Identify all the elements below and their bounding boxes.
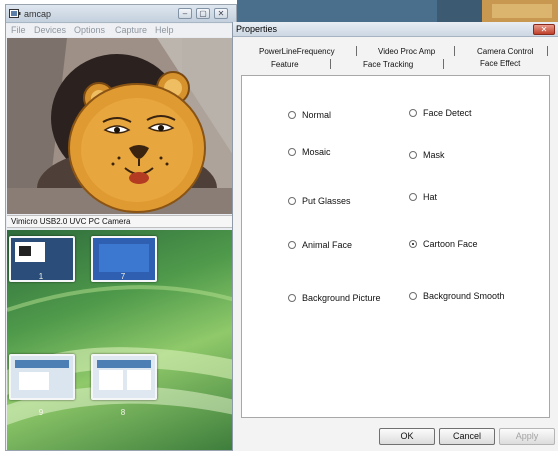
cancel-button[interactable]: Cancel — [439, 428, 495, 445]
tab-divider — [330, 59, 331, 69]
menu-devices[interactable]: Devices — [34, 25, 66, 35]
option-label: Cartoon Face — [423, 239, 478, 249]
option-label: Put Glasses — [302, 196, 351, 206]
option-mask[interactable]: Mask — [409, 150, 445, 160]
close-icon[interactable]: ✕ — [533, 24, 555, 35]
option-animal-face[interactable]: Animal Face — [288, 240, 352, 250]
radio-button[interactable] — [288, 241, 296, 249]
option-hat[interactable]: Hat — [409, 192, 437, 202]
tab-face-tracking[interactable]: Face Tracking — [363, 59, 413, 70]
radio-button[interactable] — [409, 109, 417, 117]
tab-divider — [547, 46, 548, 56]
option-label: Animal Face — [302, 240, 353, 250]
option-label: Mask — [423, 150, 445, 160]
option-normal[interactable]: Normal — [288, 110, 331, 120]
camera-app-icon — [9, 9, 21, 18]
option-face-detect[interactable]: Face Detect — [409, 108, 472, 118]
menu-options[interactable]: Options — [74, 25, 105, 35]
taskbar-thumbnail[interactable] — [9, 354, 75, 400]
radio-button[interactable] — [288, 148, 296, 156]
radio-button[interactable] — [409, 292, 417, 300]
radio-button[interactable] — [288, 111, 296, 119]
desktop-background: 1 7 9 8 — [7, 230, 235, 450]
tab-divider — [356, 46, 357, 56]
option-cartoon-face[interactable]: Cartoon Face — [409, 239, 478, 249]
thumbnail-label: 8 — [120, 408, 126, 417]
tab-camera-control[interactable]: Camera Control — [477, 46, 533, 57]
amcap-window: amcap ‒ ▢ ✕ File Devices Options Capture… — [5, 4, 237, 451]
menu-capture[interactable]: Capture — [115, 25, 147, 35]
amcap-menu-bar: File Devices Options Capture Help — [6, 24, 236, 37]
cartoon-lion-face-overlay — [68, 71, 206, 213]
option-label: Hat — [423, 192, 438, 202]
camera-preview-image — [7, 38, 235, 214]
background-window-image — [237, 0, 558, 22]
option-put-glasses[interactable]: Put Glasses — [288, 196, 351, 206]
thumbnail-label: 1 — [38, 272, 44, 281]
radio-button[interactable] — [409, 151, 417, 159]
radio-button-selected[interactable] — [409, 240, 417, 248]
option-label: Mosaic — [302, 147, 331, 157]
tab-feature[interactable]: Feature — [271, 59, 299, 70]
radio-button[interactable] — [288, 197, 296, 205]
tab-divider — [454, 46, 455, 56]
properties-title-bar[interactable]: Properties ✕ — [233, 22, 558, 37]
close-icon[interactable]: ✕ — [214, 8, 228, 19]
menu-file[interactable]: File — [11, 25, 26, 35]
tab-video-proc-amp[interactable]: Video Proc Amp — [378, 46, 435, 57]
tab-powerlinefrequency[interactable]: PowerLineFrequency — [259, 46, 335, 57]
option-background-picture[interactable]: Background Picture — [288, 293, 381, 303]
tab-divider — [443, 59, 444, 69]
option-label: Normal — [302, 110, 332, 120]
apply-button[interactable]: Apply — [499, 428, 555, 445]
thumbnail-label: 9 — [38, 408, 44, 417]
thumbnail-label: 7 — [120, 272, 126, 281]
amcap-title: amcap — [24, 9, 52, 19]
properties-title: Properties — [236, 24, 278, 34]
radio-button[interactable] — [288, 294, 296, 302]
option-label: Background Smooth — [423, 291, 505, 301]
background-window-strip — [237, 0, 558, 22]
option-background-smooth[interactable]: Background Smooth — [409, 291, 505, 301]
radio-button[interactable] — [409, 193, 417, 201]
option-label: Face Detect — [423, 108, 472, 118]
taskbar-thumbnail[interactable] — [91, 354, 157, 400]
ok-button[interactable]: OK — [379, 428, 435, 445]
option-mosaic[interactable]: Mosaic — [288, 147, 331, 157]
amcap-status-bar: Vimicro USB2.0 UVC PC Camera — [7, 215, 235, 228]
minimize-icon[interactable]: ‒ — [178, 8, 192, 19]
camera-preview — [7, 38, 235, 214]
amcap-title-bar[interactable]: amcap ‒ ▢ ✕ — [6, 5, 236, 23]
properties-dialog: Properties ✕ PowerLineFrequency Video Pr… — [232, 22, 558, 451]
maximize-icon[interactable]: ▢ — [196, 8, 210, 19]
menu-help[interactable]: Help — [155, 25, 174, 35]
tab-face-effect[interactable]: Face Effect — [480, 58, 520, 69]
option-label: Background Picture — [302, 293, 381, 303]
